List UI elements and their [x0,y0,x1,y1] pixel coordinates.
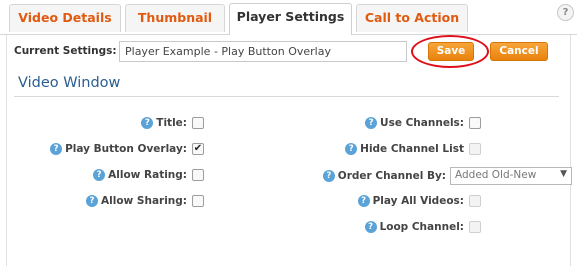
option-label: Order Channel By: [337,170,446,182]
tab-thumbnail[interactable]: Thumbnail [125,4,225,32]
option-label: Hide Channel List [360,143,464,155]
option-play-all-videos: ? Play All Videos: [357,194,481,212]
order-channel-select[interactable]: Added Old-New ▼ [450,167,572,185]
allow-sharing-checkbox[interactable] [192,195,204,207]
section-title: Video Window [18,75,121,91]
help-icon[interactable]: ? [365,117,378,129]
select-value: Added Old-New [455,169,537,181]
help-icon[interactable]: ? [86,195,99,207]
help-icon[interactable]: ? [557,4,574,21]
play-button-overlay-checkbox[interactable]: ✔ [192,143,204,155]
save-highlight-ring [411,35,489,68]
option-label: Title: [156,117,187,129]
help-icon[interactable]: ? [364,221,377,233]
option-hide-channel-list: ? Hide Channel List [345,142,481,160]
help-icon[interactable]: ? [357,195,370,207]
title-checkbox[interactable] [192,117,204,129]
help-icon[interactable]: ? [322,170,335,182]
help-icon[interactable]: ? [345,143,358,155]
loop-channel-checkbox[interactable] [469,221,481,233]
tab-call-to-action[interactable]: Call to Action [356,4,468,32]
chevron-down-icon: ▼ [560,169,567,179]
current-settings-label: Current Settings: [14,45,117,57]
current-settings-field[interactable]: Player Example - Play Button Overlay [119,41,407,62]
hide-channel-list-checkbox[interactable] [469,143,481,155]
cancel-button[interactable]: Cancel [490,42,548,61]
option-label: Play Button Overlay: [65,143,187,155]
option-label: Loop Channel: [379,221,464,233]
tab-player-settings[interactable]: Player Settings [229,3,352,35]
play-all-videos-checkbox[interactable] [469,195,481,207]
help-icon[interactable]: ? [93,169,106,181]
section-divider [14,96,559,97]
option-label: Use Channels: [380,117,464,129]
option-label: Allow Sharing: [101,195,187,207]
tab-bar: Video Details Thumbnail Player Settings … [0,0,577,35]
option-title: ? Title: [141,116,204,134]
option-label: Allow Rating: [108,169,187,181]
help-icon[interactable]: ? [141,117,154,129]
option-allow-rating: ? Allow Rating: [93,168,204,186]
option-order-channel-by: ? Order Channel By: Added Old-New ▼ [322,167,572,185]
use-channels-checkbox[interactable] [469,117,481,129]
option-use-channels: ? Use Channels: [365,116,481,134]
option-loop-channel: ? Loop Channel: [364,220,481,238]
help-icon[interactable]: ? [50,143,63,155]
option-label: Play All Videos: [372,195,464,207]
tab-video-details[interactable]: Video Details [9,4,121,32]
option-allow-sharing: ? Allow Sharing: [86,194,204,212]
option-play-button-overlay: ? Play Button Overlay: ✔ [50,142,204,160]
allow-rating-checkbox[interactable] [192,169,204,181]
